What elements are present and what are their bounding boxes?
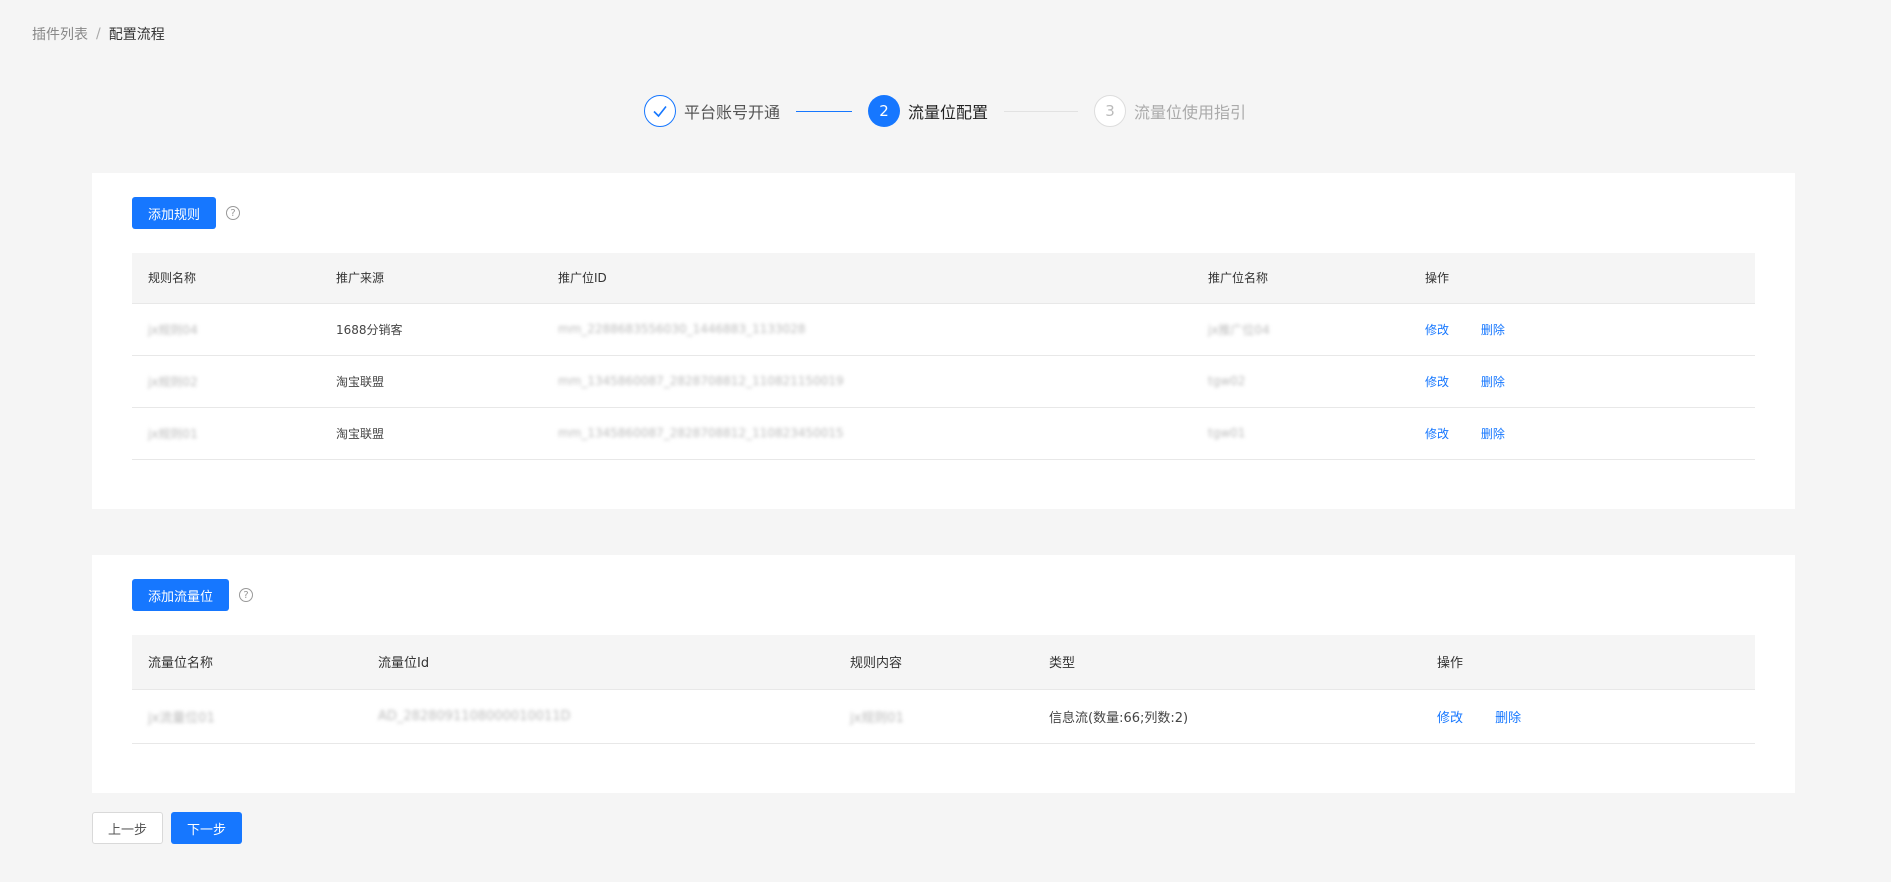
step-connector [1004,110,1079,112]
row-actions: 修改 删除 [1421,689,1755,744]
col-actions: 操作 [1409,253,1755,304]
step-label: 流量位使用指引 [1134,103,1247,122]
row-actions: 修改 删除 [1409,407,1755,460]
step-number: 3 [1094,95,1127,127]
rule-position-name: tgw01 [1192,407,1409,460]
check-icon [644,95,676,127]
col-source: 推广来源 [320,253,542,304]
edit-link[interactable]: 修改 [1425,427,1449,441]
add-rule-button[interactable]: 添加规则 [132,197,217,229]
step-label: 流量位配置 [908,103,989,122]
col-rule-name: 规则名称 [132,253,320,304]
edit-link[interactable]: 修改 [1437,711,1463,726]
slot-rule: jx规则01 [834,689,1033,744]
slots-table: 流量位名称 流量位Id 规则内容 类型 操作 jx流量位01 AD_282809… [132,635,1755,744]
next-step-button[interactable]: 下一步 [171,812,243,844]
col-slot-id: 流量位Id [362,635,834,690]
table-row: jx规则04 1688分销客 mm_2288683556030_1446883_… [132,303,1755,356]
rule-source: 淘宝联盟 [320,355,542,408]
breadcrumb-current: 配置流程 [108,27,165,43]
prev-step-button[interactable]: 上一步 [92,812,164,844]
slot-name: jx流量位01 [132,689,362,744]
help-icon[interactable]: ? [239,588,254,602]
delete-link[interactable]: 删除 [1481,375,1505,389]
col-position-name: 推广位名称 [1192,253,1409,304]
delete-link[interactable]: 删除 [1495,711,1521,726]
rule-name: jx规则04 [132,303,320,356]
breadcrumb: 插件列表 / 配置流程 [32,24,165,44]
rule-position-id: mm_1345860087_2828708812_110821150019 [542,355,1192,408]
row-actions: 修改 删除 [1409,303,1755,356]
rules-card: 添加规则 ? 规则名称 推广来源 推广位ID 推广位名称 操作 jx规则04 1… [92,173,1795,509]
table-row: jx流量位01 AD_2828091108000010011D jx规则01 信… [132,689,1755,744]
step-usage-guide: 3 流量位使用指引 [1094,95,1246,127]
step-connector [796,110,853,112]
edit-link[interactable]: 修改 [1425,323,1449,337]
row-actions: 修改 删除 [1409,355,1755,408]
step-account-open: 平台账号开通 [644,95,780,127]
col-actions: 操作 [1421,635,1755,690]
breadcrumb-plugin-list[interactable]: 插件列表 [32,24,88,44]
step-slot-config: 2 流量位配置 [868,95,988,127]
table-row: jx规则02 淘宝联盟 mm_1345860087_2828708812_110… [132,355,1755,408]
table-header-row: 规则名称 推广来源 推广位ID 推广位名称 操作 [132,253,1755,304]
edit-link[interactable]: 修改 [1425,375,1449,389]
rule-name: jx规则02 [132,355,320,408]
slots-card-header: 添加流量位 ? [132,579,254,611]
add-slot-button[interactable]: 添加流量位 [132,579,230,611]
table-row: jx规则01 淘宝联盟 mm_1345860087_2828708812_110… [132,407,1755,460]
rule-position-name: jx推广位04 [1192,303,1409,356]
steps-indicator: 平台账号开通 2 流量位配置 3 流量位使用指引 [644,94,1246,128]
col-position-id: 推广位ID [542,253,1192,304]
rule-position-id: mm_1345860087_2828708812_110823450015 [542,407,1192,460]
slot-type: 信息流(数量:66;列数:2) [1033,689,1421,744]
step-number: 2 [868,95,901,127]
footer-actions: 上一步 下一步 [92,812,243,844]
breadcrumb-separator: / [96,26,101,42]
rule-source: 淘宝联盟 [320,407,542,460]
delete-link[interactable]: 删除 [1481,427,1505,441]
slots-card: 添加流量位 ? 流量位名称 流量位Id 规则内容 类型 操作 jx流量位01 A… [92,555,1795,793]
help-icon[interactable]: ? [226,206,241,220]
step-label: 平台账号开通 [684,103,781,122]
col-type: 类型 [1033,635,1421,690]
slot-id: AD_2828091108000010011D [362,689,834,744]
rules-table: 规则名称 推广来源 推广位ID 推广位名称 操作 jx规则04 1688分销客 … [132,253,1755,460]
table-header-row: 流量位名称 流量位Id 规则内容 类型 操作 [132,635,1755,690]
col-rule-content: 规则内容 [834,635,1033,690]
rule-position-id: mm_2288683556030_1446883_1133028 [542,303,1192,356]
rule-source: 1688分销客 [320,303,542,356]
delete-link[interactable]: 删除 [1481,323,1505,337]
rule-name: jx规则01 [132,407,320,460]
rules-card-header: 添加规则 ? [132,197,241,229]
rule-position-name: tgw02 [1192,355,1409,408]
col-slot-name: 流量位名称 [132,635,362,690]
